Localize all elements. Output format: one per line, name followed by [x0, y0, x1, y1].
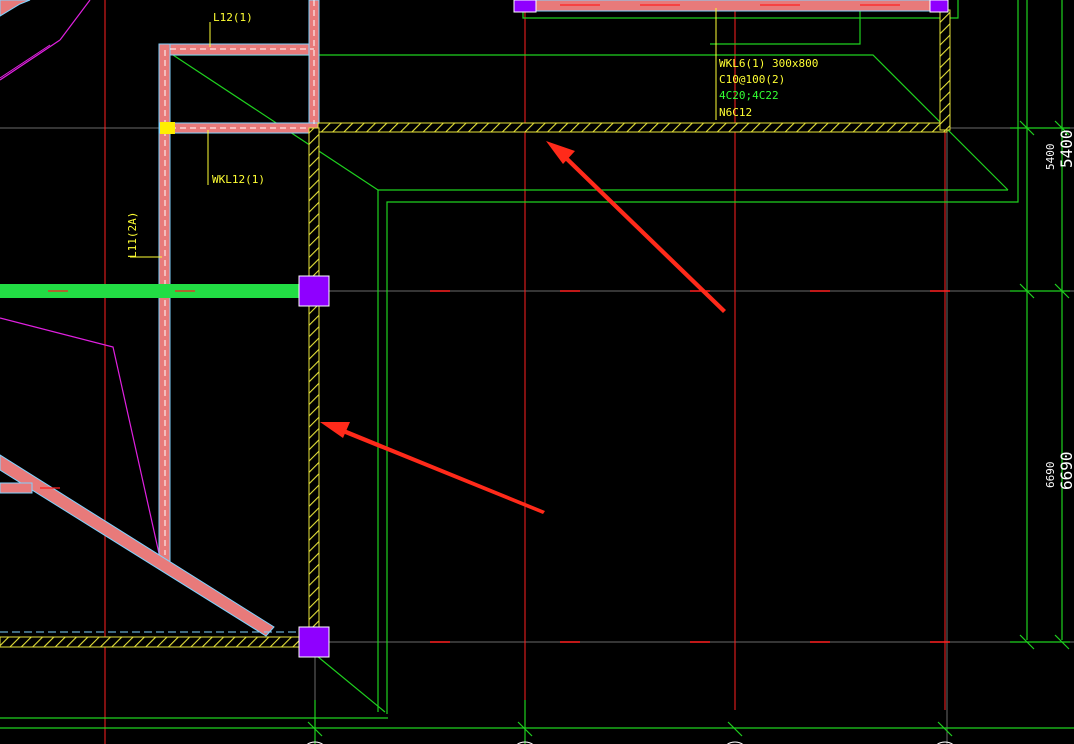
dim-lower-small: 6690	[1044, 462, 1057, 489]
annotation-arrows	[320, 141, 726, 514]
label-wkl6-bars: 4C20;4C22	[719, 89, 779, 102]
wall-right-hatched	[939, 9, 951, 131]
label-wkl6-stirrup: C10@100(2)	[719, 73, 785, 86]
column-yellow-marker	[160, 122, 175, 134]
wall-vertical-hatched	[308, 127, 320, 645]
arrow-to-wkl6-wall	[546, 141, 726, 313]
dimension-texts: 5400 5400 6690 6690	[1044, 129, 1074, 490]
column-3	[513, 0, 537, 13]
axis-dash-marks	[430, 290, 950, 643]
label-wkl12: WKL12(1)	[212, 173, 265, 186]
beam-green-horizontal	[0, 284, 300, 298]
arrow-to-vertical-wall	[320, 422, 545, 514]
label-wkl6-name: WKL6(1) 300x800	[719, 57, 818, 70]
column-4	[929, 0, 949, 13]
top-left-diagonals	[0, 44, 51, 79]
label-wkl6-side: N6C12	[719, 106, 752, 119]
label-l11: L11(2A)	[126, 212, 139, 258]
cad-drawing-canvas: L12(1) WKL12(1) L11(2A) WKL6(1) 300x800 …	[0, 0, 1074, 744]
beam-centerlines	[164, 0, 315, 555]
column-2	[298, 626, 330, 658]
beam-layer	[0, 0, 949, 637]
beam-diagonal-upper	[0, 0, 31, 17]
dim-upper-small: 5400	[1044, 144, 1057, 171]
beam-diagonal-lower	[0, 454, 275, 637]
dim-lower-large: 6690	[1057, 451, 1074, 490]
column-1	[298, 275, 330, 307]
wall-bottom-hatched	[0, 636, 301, 648]
label-l12: L12(1)	[213, 11, 253, 24]
column-layer	[298, 0, 949, 658]
beam-left-stub	[0, 482, 33, 494]
dim-upper-large: 5400	[1057, 129, 1074, 168]
wall-wkl6-hatched	[317, 122, 948, 133]
